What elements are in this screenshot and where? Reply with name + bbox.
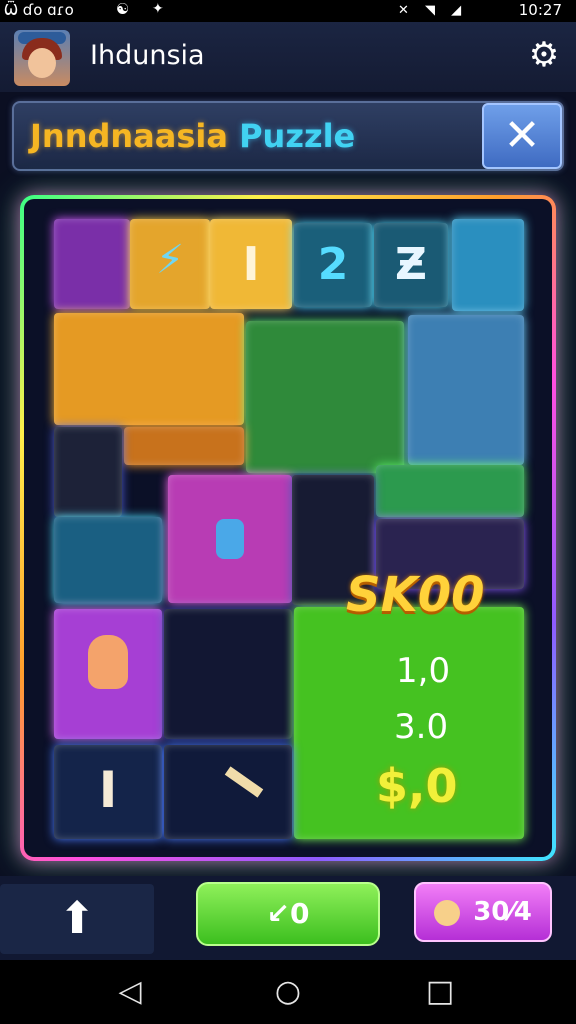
app-title: Ihdunsia: [90, 40, 205, 71]
puzzle-piece-purple-corner[interactable]: [54, 219, 130, 309]
puzzle-piece-cyan-corner[interactable]: [452, 219, 524, 311]
action-bar: ⬆ ↙0 30⁄4: [0, 876, 576, 960]
puzzle-piece-teal-1[interactable]: 2: [294, 223, 372, 307]
gear-icon[interactable]: ⚙: [526, 37, 562, 73]
stat-value-1: 1,0: [396, 651, 451, 691]
app-bar: Ihdunsia ⚙: [0, 22, 576, 92]
status-icon-a: ☯: [116, 0, 130, 18]
back-icon[interactable]: ◁: [110, 974, 150, 1010]
status-left-text: Ѿ ɗo ɑɾo: [4, 1, 74, 19]
puzzle-piece-green-right[interactable]: [376, 465, 524, 517]
puzzle-piece-dark-left[interactable]: [54, 427, 122, 517]
puzzle-piece-violet-bear[interactable]: [54, 609, 162, 739]
avatar-face: [28, 48, 56, 78]
letter-i-symbol: I: [242, 237, 260, 291]
puzzle-board: ⚡ I 2 Ƶ I SK00 1,0 3.0 $,0: [20, 195, 556, 861]
puzzle-piece-orange-large[interactable]: [54, 313, 244, 425]
status-time: 10:27: [518, 1, 562, 19]
puzzle-piece-blue-right[interactable]: [408, 315, 524, 465]
number-2-symbol: 2: [317, 239, 349, 290]
puzzle-piece-navy-stick[interactable]: [164, 745, 292, 839]
up-arrow-button[interactable]: ⬆: [0, 884, 154, 954]
game-screen: Ѿ ɗo ɑɾo ☯ ✦ ✕ ◥ ◢ 10:27 Ihdunsia ⚙ Jnnd…: [0, 0, 576, 1024]
puzzle-piece-yellow-2[interactable]: I: [210, 219, 292, 309]
stick-icon: [224, 766, 264, 798]
coins-button-label: 30⁄4: [473, 897, 532, 927]
close-button[interactable]: ✕: [482, 103, 562, 169]
recent-apps-icon[interactable]: □: [420, 974, 460, 1010]
avatar[interactable]: [14, 30, 70, 86]
puzzle-piece-dark-lower[interactable]: [164, 609, 292, 739]
puzzle-piece-magenta-mid[interactable]: [168, 475, 292, 603]
status-bar: Ѿ ɗo ɑɾo ☯ ✦ ✕ ◥ ◢ 10:27: [0, 0, 576, 22]
puzzle-title-part1: Jnndnaasia: [30, 117, 228, 155]
score-label: SK00: [346, 567, 485, 623]
home-icon[interactable]: ○: [268, 974, 308, 1010]
puzzle-title-bar: Jnndnaasia Puzzle ✕: [12, 101, 564, 171]
letter-i-bottom-symbol: I: [98, 761, 118, 819]
teddy-bear-icon: [88, 635, 128, 689]
status-icon-b: ✦: [152, 1, 164, 17]
puzzle-piece-green-mid[interactable]: [246, 321, 404, 473]
face-icon: [434, 899, 461, 926]
letter-z-symbol: Ƶ: [395, 239, 427, 290]
coins-button[interactable]: 30⁄4: [414, 882, 552, 942]
puzzle-piece-yellow-1[interactable]: ⚡: [130, 219, 210, 309]
puzzle-title: Jnndnaasia Puzzle: [30, 117, 355, 155]
puzzle-title-part2: Puzzle: [239, 117, 356, 155]
stat-value-2: 3.0: [394, 707, 449, 747]
puzzle-piece-blue-small[interactable]: [54, 517, 162, 603]
puzzle-piece-navy-i[interactable]: I: [54, 745, 162, 839]
puzzle-piece-orange-strip[interactable]: [124, 427, 244, 465]
puzzle-piece-icon: [216, 519, 244, 559]
puzzle-piece-teal-2[interactable]: Ƶ: [374, 223, 448, 307]
system-nav-bar: ◁ ○ □: [0, 960, 576, 1024]
hint-button[interactable]: ↙0: [196, 882, 380, 946]
money-value: $,0: [376, 759, 458, 813]
signal-icons: ✕ ◥ ◢: [398, 3, 468, 18]
lightning-icon: ⚡: [155, 237, 185, 283]
